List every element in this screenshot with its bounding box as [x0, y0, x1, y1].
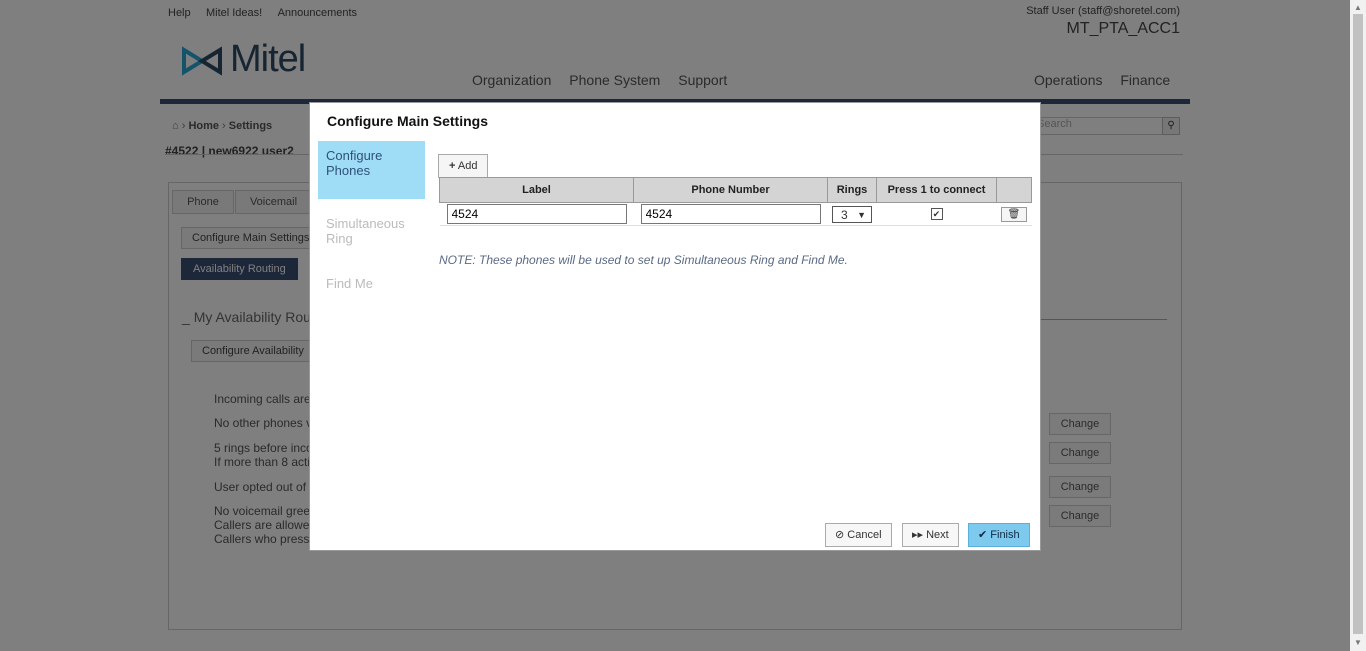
cancel-icon: ⊘: [835, 529, 845, 541]
chevron-down-icon: ▼: [857, 209, 866, 220]
configure-main-settings-dialog: Configure Main Settings Configure Phones…: [309, 102, 1041, 551]
label-input[interactable]: [446, 204, 627, 224]
table-row: 3▼ ✔ 🗑: [439, 202, 1032, 226]
column-header-actions: [996, 177, 1032, 203]
table-header-row: Label Phone Number Rings Press 1 to conn…: [439, 177, 1032, 203]
rings-cell: 3 ▼: [827, 202, 877, 226]
next-button[interactable]: ▸▸ Next: [902, 523, 959, 547]
note-text: NOTE: These phones will be used to set u…: [439, 253, 848, 267]
cancel-label: Cancel: [847, 529, 882, 541]
column-header-phone-number: Phone Number: [633, 177, 828, 203]
press1-checkbox[interactable]: ✔: [930, 208, 943, 220]
column-header-label: Label: [439, 177, 634, 203]
rings-value: 3: [841, 207, 848, 222]
finish-label: Finish: [990, 529, 1020, 541]
finish-button[interactable]: ✔ Finish: [968, 523, 1030, 547]
side-item-find-me[interactable]: Find Me: [318, 269, 425, 298]
label-cell: [439, 202, 634, 226]
add-phone-button[interactable]: + Add: [438, 154, 489, 178]
scroll-down-icon[interactable]: ▼: [1354, 638, 1362, 647]
side-item-simultaneous-ring[interactable]: Simultaneous Ring: [318, 209, 425, 253]
scrollbar[interactable]: ▲ ▼: [1350, 0, 1366, 651]
phones-table: Label Phone Number Rings Press 1 to conn…: [439, 177, 1032, 226]
side-item-configure-phones[interactable]: Configure Phones: [318, 141, 425, 199]
dialog-title: Configure Main Settings: [327, 113, 488, 129]
column-header-press1: Press 1 to connect: [876, 177, 997, 203]
next-icon: ▸▸: [912, 529, 924, 541]
column-header-rings: Rings: [827, 177, 877, 203]
plus-icon: +: [449, 160, 456, 172]
scroll-up-icon[interactable]: ▲: [1354, 3, 1362, 12]
phone-number-input[interactable]: [640, 204, 821, 224]
add-label: Add: [457, 160, 478, 172]
next-label: Next: [926, 529, 949, 541]
delete-cell: 🗑: [996, 202, 1032, 226]
phone-cell: [633, 202, 828, 226]
scroll-thumb[interactable]: [1353, 14, 1363, 634]
rings-select[interactable]: 3 ▼: [832, 205, 872, 223]
check-icon: ✔: [978, 529, 988, 541]
trash-icon[interactable]: 🗑: [1001, 206, 1027, 222]
press1-cell: ✔: [876, 202, 997, 226]
cancel-button[interactable]: ⊘ Cancel: [825, 523, 892, 547]
